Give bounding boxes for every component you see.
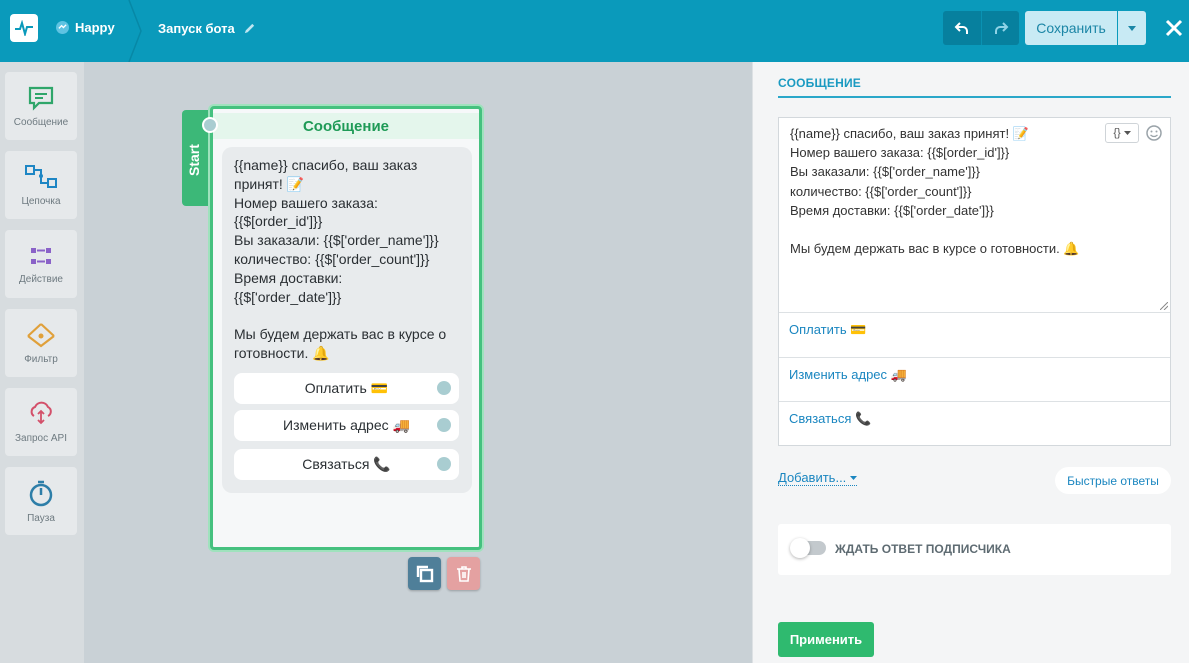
action-icon [31, 247, 51, 264]
tool-label: Сообщение [13, 116, 69, 128]
panel-title: СООБЩЕНИЕ [778, 76, 861, 90]
pencil-icon[interactable] [243, 22, 256, 35]
message-icon [28, 86, 54, 111]
wait-reply-label: ЖДАТЬ ОТВЕТ ПОДПИСЧИКА [835, 542, 1011, 556]
close-icon [1165, 19, 1183, 37]
toggle-knob [790, 538, 810, 558]
tool-pause[interactable]: Пауза [5, 467, 77, 535]
emoji-icon[interactable] [1145, 124, 1163, 142]
tool-chain[interactable]: Цепочка [5, 151, 77, 219]
node-button-label: Связаться 📞 [302, 456, 391, 472]
add-label: Добавить... [778, 470, 847, 485]
chevron-down-icon [1123, 131, 1131, 135]
tool-label: Пауза [27, 512, 55, 524]
resize-handle-icon[interactable] [1160, 302, 1168, 310]
tool-label: Действие [19, 273, 63, 285]
undo-button[interactable] [943, 11, 981, 45]
delete-node-button[interactable] [447, 557, 480, 590]
panel-button-label: Оплатить 💳 [789, 322, 867, 337]
app-logo[interactable] [10, 14, 38, 42]
api-request-icon [30, 401, 52, 424]
tool-message[interactable]: Сообщение [5, 72, 77, 140]
save-options-button[interactable] [1118, 11, 1146, 45]
messenger-icon [56, 21, 69, 34]
save-button[interactable]: Сохранить [1025, 11, 1117, 45]
node-input-port[interactable] [202, 117, 218, 133]
panel-button-contact[interactable]: Связаться 📞 [779, 401, 1170, 446]
node-button-label: Оплатить 💳 [304, 380, 389, 396]
wait-reply-setting: ЖДАТЬ ОТВЕТ ПОДПИСЧИКА [778, 524, 1171, 575]
redo-icon [994, 22, 1008, 34]
panel-button-label: Связаться 📞 [789, 411, 872, 427]
wait-reply-toggle[interactable] [790, 538, 826, 558]
message-input[interactable]: {{name}} спасибо, ваш заказ принят! 📝 Но… [790, 124, 1110, 258]
chain-icon [25, 164, 57, 188]
panel-button-pay[interactable]: Оплатить 💳 [779, 312, 1170, 357]
duplicate-node-button[interactable] [408, 557, 441, 590]
timer-icon [29, 480, 53, 506]
node-button-change-address[interactable]: Изменить адрес 🚚 [234, 410, 459, 441]
copy-icon [416, 565, 433, 582]
close-button[interactable] [1162, 16, 1186, 40]
tool-label: Цепочка [21, 195, 61, 207]
flow-title[interactable]: Запуск бота [158, 21, 256, 36]
variable-braces-icon: {} [1113, 127, 1121, 139]
properties-panel: СООБЩЕНИЕ {{name}} спасибо, ваш заказ пр… [752, 62, 1189, 663]
panel-button-change-address[interactable]: Изменить адрес 🚚 [779, 356, 1170, 402]
node-button-contact[interactable]: Связаться 📞 [234, 449, 459, 480]
tool-filter[interactable]: Фильтр [5, 309, 77, 377]
tool-label: Фильтр [24, 353, 58, 365]
add-element-dropdown[interactable]: Добавить... [778, 470, 858, 486]
start-label: Start [186, 144, 202, 176]
node-title: Сообщение [213, 113, 479, 139]
bot-selector[interactable]: Happy [56, 20, 115, 35]
tool-api-request[interactable]: Запрос API [5, 388, 77, 456]
flow-name: Запуск бота [158, 21, 235, 36]
redo-button[interactable] [981, 11, 1019, 45]
apply-button[interactable]: Применить [778, 622, 874, 657]
tool-action[interactable]: Действие [5, 230, 77, 298]
message-text: {{name}} спасибо, ваш заказ принят! 📝 Но… [234, 157, 447, 361]
history-controls [943, 11, 1019, 45]
filter-icon [27, 322, 55, 347]
insert-variable-button[interactable]: {} [1105, 123, 1139, 143]
node-button-label: Изменить адрес 🚚 [283, 417, 410, 433]
button-output-port[interactable] [437, 457, 451, 471]
pulse-icon [15, 20, 33, 36]
bot-name: Happy [75, 20, 115, 35]
message-bubble: {{name}} спасибо, ваш заказ принят! 📝 Но… [222, 147, 472, 493]
block-toolbox: Сообщение Цепочка Действие Фильтр Запрос… [0, 62, 84, 663]
node-button-pay[interactable]: Оплатить 💳 [234, 373, 459, 404]
panel-button-label: Изменить адрес 🚚 [789, 366, 907, 382]
chevron-down-icon [1128, 25, 1136, 31]
node-actions [408, 557, 480, 590]
trash-icon [456, 565, 471, 582]
button-output-port[interactable] [437, 381, 451, 395]
chevron-down-icon [850, 475, 858, 480]
undo-icon [954, 22, 968, 34]
panel-title-underline [778, 96, 1171, 98]
top-bar: Happy Запуск бота Сохранить [0, 0, 1189, 62]
quick-replies-button[interactable]: Быстрые ответы [1055, 467, 1171, 494]
tool-label: Запрос API [14, 432, 68, 444]
message-buttons-list: Оплатить 💳 Изменить адрес 🚚 Связаться 📞 [778, 312, 1171, 446]
button-output-port[interactable] [437, 418, 451, 432]
breadcrumb-separator [128, 0, 142, 62]
message-editor[interactable]: {{name}} спасибо, ваш заказ принят! 📝 Но… [778, 117, 1171, 313]
